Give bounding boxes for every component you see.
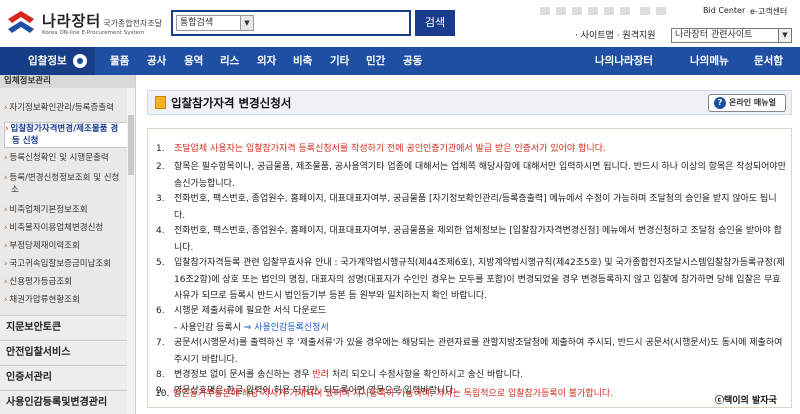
sidebar-item-stockpile-change[interactable]: › 비축물자이용업체변경신청 <box>4 222 132 234</box>
blurred-icon <box>588 7 598 15</box>
nav-item-private[interactable]: 민간 <box>366 47 385 75</box>
blurred-icon <box>620 7 630 15</box>
blurred-icon <box>640 7 650 15</box>
sidebar-item-safe-bidding[interactable]: 안전입찰서비스 <box>0 340 135 364</box>
app-window: 나라장터 국가종합전자조달 Korea ON-line E-Procurement… <box>0 0 800 414</box>
logo[interactable]: 나라장터 국가종합전자조달 Korea ON-line E-Procurement… <box>6 9 166 39</box>
nav-item-goods[interactable]: 물품 <box>110 47 129 75</box>
notice-item: 5. 입찰참가자격등록 관련 입찰무효사유 안내 : 국가계약법시행규칙(제44조… <box>156 258 785 301</box>
bid-center-link[interactable]: Bid Center <box>703 6 745 15</box>
seal-registration-form-link[interactable]: ⇒ 사용인감등록신청서 <box>244 323 329 333</box>
nav-item-service[interactable]: 용역 <box>184 47 203 75</box>
header: 나라장터 국가종합전자조달 Korea ON-line E-Procurement… <box>0 0 800 46</box>
notice-item: 4. 전화번호, 팩스번호, 종업원수, 홈페이지, 대표대표자여부, 공급물품을… <box>156 226 782 253</box>
left-sidebar: 입체정보관리 › 자기정보확인관리/등록증출력 › 입찰참가자격변경/제조물품 경등… <box>0 75 136 414</box>
help-icon: ? <box>714 97 726 109</box>
sidebar-item-deposit-unpaid[interactable]: › 국고귀속입찰보증금미납조회 <box>4 258 132 270</box>
sidebar-item-seal-registration[interactable]: 사용인감등록및변경관리 <box>0 390 135 414</box>
nav-item-bid-info[interactable]: 입찰정보 ● <box>0 47 95 75</box>
notice-item: 3. 전화번호, 팩스번호, 종업원수, 홈페이지, 대표대표자여부, 공급물품 … <box>156 194 777 221</box>
logo-mark-icon <box>8 11 34 33</box>
sidebar-item-registration-inquiry[interactable]: › 등록/변경신청정보조회 및 신청 소 <box>4 172 132 196</box>
nav-item-joint[interactable]: 공동 <box>403 47 422 75</box>
notice-box: 1. 조달업체 사용자는 입찰참가자격 등록신청서를 작성하기 전에 공인인증기관… <box>147 128 792 408</box>
online-manual-label: 온라인 매뉴얼 <box>729 98 776 107</box>
sidebar-heading: 입체정보관리 <box>0 75 135 88</box>
logo-name: 나라장터 국가종합전자조달 <box>42 12 163 30</box>
customer-center-link[interactable]: e-고객센터 <box>750 6 787 17</box>
notice-item: 6. 시행문 제출서류에 필요한 서식 다운로드 - 사용인감 등록시 ⇒ 사용인감… <box>156 306 329 333</box>
sidebar-item-self-info[interactable]: › 자기정보확인관리/등록증출력 <box>4 102 132 114</box>
nav-item-foreign[interactable]: 외자 <box>257 47 276 75</box>
sidebar-item-security-token[interactable]: 지문보안토큰 <box>0 315 135 339</box>
sidebar-item-registration-confirm[interactable]: › 등록신청확인 및 시행문출력 <box>4 152 132 164</box>
global-nav: 입찰정보 ● 물품 공사 용역 리스 외자 비축 기타 민간 공동 나의나라장터… <box>0 47 800 75</box>
nav-item-my-narajangteo[interactable]: 나의나라장터 <box>595 47 653 75</box>
sidebar-item-credit-rating[interactable]: › 신용평가등급조회 <box>4 276 132 288</box>
nav-item-documents[interactable]: 문서함 <box>754 47 783 75</box>
document-icon <box>155 96 166 109</box>
nav-item-my-menu[interactable]: 나의메뉴 <box>690 47 729 75</box>
sidebar-item-seizure-status[interactable]: › 채권가압류현황조회 <box>4 294 132 306</box>
search-button[interactable]: 검색 <box>415 10 455 36</box>
chevron-down-icon: ▼ <box>240 16 253 30</box>
sidebar-scrollbar-thumb[interactable] <box>128 115 134 175</box>
notice-item: 2. 항목은 필수항목이나, 공급물품, 제조물품, 공사용역기타 업종에 대해서… <box>156 162 786 189</box>
sidebar-item-sanction-history[interactable]: › 부정당제재이력조회 <box>4 240 132 252</box>
nav-item-lease[interactable]: 리스 <box>220 47 239 75</box>
blurred-icon <box>556 7 566 15</box>
search-category-select[interactable]: 통합검색 ▼ <box>176 15 254 31</box>
mouse-icon: ● <box>73 54 87 68</box>
notice-item: 1. 조달업체 사용자는 입찰참가자격 등록신청서를 작성하기 전에 공인인증기관… <box>156 144 606 154</box>
related-sites-select[interactable]: 나라장터 관련사이트 ▼ <box>671 28 792 43</box>
related-sites-label: 나라장터 관련사이트 <box>675 30 753 40</box>
page-title: 입찰참가자격 변경신청서 <box>171 96 292 110</box>
blurred-icon <box>572 7 582 15</box>
sidebar-item-qualification-change[interactable]: › 입찰참가자격변경/제조물품 경등 신청 <box>4 122 132 148</box>
logo-en: Korea ON-line E-Procurement System <box>42 30 145 36</box>
search-category-label: 통합검색 <box>180 18 214 28</box>
nav-item-label: 입찰정보 <box>28 55 67 67</box>
nav-item-construction[interactable]: 공사 <box>147 47 166 75</box>
notice-item: 8. 변경정보 없이 문서를 송신하는 경우 반려 처리 되오니 수정사항을 확인… <box>156 370 523 380</box>
blurred-icon <box>604 7 614 15</box>
nav-item-other[interactable]: 기타 <box>330 47 349 75</box>
sidebar-item-certificate[interactable]: 인증서관리 <box>0 365 135 389</box>
logo-sub: 국가종합전자조달 <box>103 19 163 28</box>
nav-item-stockpile[interactable]: 비축 <box>293 47 312 75</box>
search-input[interactable]: 통합검색 ▼ <box>171 10 411 36</box>
online-manual-button[interactable]: ? 온라인 매뉴얼 <box>708 94 786 112</box>
sidebar-item-stockpile-basic[interactable]: › 비축업체기본정보조회 <box>4 204 132 216</box>
blurred-icon <box>540 7 550 15</box>
notice-item: 7. 공문서(시행문서)를 출력하신 후 '제출서류'가 있을 경우에는 해당되는… <box>156 338 783 365</box>
notice-item: 10. 법인등기부등본에 해당 지사가 기재되어 있어야 지사등록이 가능하며, … <box>155 389 614 399</box>
watermark-note: ⓒ택이의 발자국 <box>715 396 777 406</box>
page-title-bar: 입찰참가자격 변경신청서 ? 온라인 매뉴얼 <box>147 90 792 115</box>
sitemap-links[interactable]: · 사이트맵 · 원격지원 <box>575 28 656 41</box>
chevron-down-icon: ▼ <box>778 29 791 42</box>
blurred-icon <box>656 7 666 15</box>
